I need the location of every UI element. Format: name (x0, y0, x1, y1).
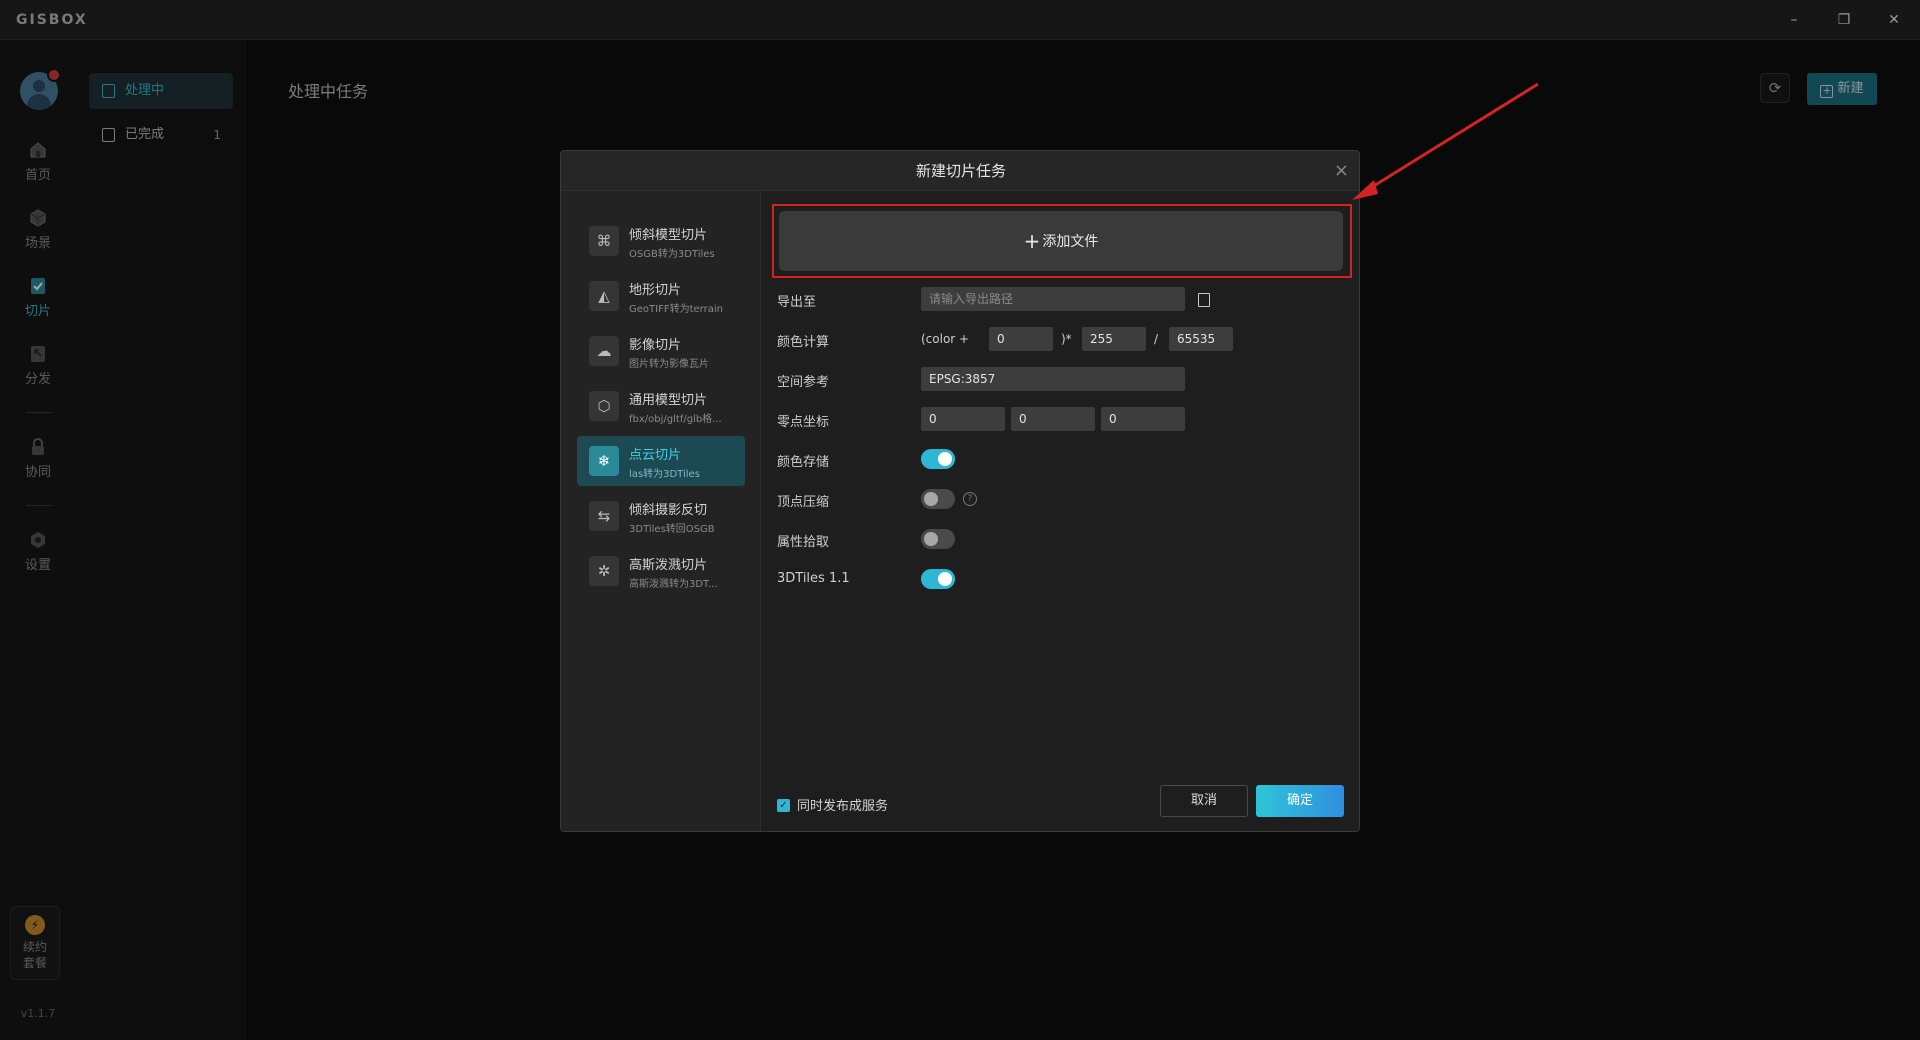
color-divisor-input[interactable]: 65535 (1169, 327, 1233, 351)
attr-pick-label: 属性拾取 (777, 535, 830, 550)
help-icon[interactable]: ? (963, 492, 977, 506)
slice-type-terrain[interactable]: ◭ 地形切片 GeoTIFF转为terrain (577, 271, 745, 321)
slice-type-name: 地形切片 (629, 283, 682, 298)
minimize-button[interactable]: – (1782, 8, 1806, 32)
app-logo: GISBOX (16, 12, 88, 28)
origin-label: 零点坐标 (777, 415, 830, 430)
color-multiplier-input[interactable]: 255 (1082, 327, 1146, 351)
slice-type-reverse[interactable]: ⇆ 倾斜摄影反切 3DTiles转回OSGB (577, 491, 745, 541)
slice-type-desc: 图片转为影像瓦片 (629, 359, 709, 370)
cube-icon: ⬡ (589, 391, 619, 421)
slice-type-gaussian[interactable]: ✲ 高斯泼溅切片 高斯泼溅转为3DT... (577, 546, 745, 596)
toggle-knob (938, 452, 952, 466)
gaussian-splat-icon: ✲ (589, 556, 619, 586)
toggle-knob (938, 572, 952, 586)
vertex-compress-toggle[interactable] (921, 489, 955, 509)
tiles11-label: 3DTiles 1.1 (777, 571, 850, 586)
slice-type-name: 通用模型切片 (629, 393, 708, 408)
slice-type-desc: OSGB转为3DTiles (629, 249, 715, 260)
srs-input[interactable]: EPSG:3857 (921, 367, 1185, 391)
oblique-model-icon: ⌘ (589, 226, 619, 256)
annotation-arrow-icon (1352, 82, 1539, 200)
color-calc-label: 颜色计算 (777, 335, 830, 350)
slice-type-name: 影像切片 (629, 338, 682, 353)
slice-type-desc: 3DTiles转回OSGB (629, 524, 715, 535)
slice-type-name: 倾斜摄影反切 (629, 503, 708, 518)
annotation-highlight-box (772, 204, 1352, 278)
slice-type-desc: 高斯泼溅转为3DT... (629, 579, 718, 590)
terrain-icon: ◭ (589, 281, 619, 311)
close-window-button[interactable]: ✕ (1882, 8, 1906, 32)
attr-pick-toggle[interactable] (921, 529, 955, 549)
slice-type-desc: GeoTIFF转为terrain (629, 304, 723, 315)
imagery-icon: ☁ (589, 336, 619, 366)
slice-type-name: 倾斜模型切片 (629, 228, 708, 243)
color-formula-div: / (1154, 332, 1159, 346)
color-store-toggle[interactable] (921, 449, 955, 469)
restore-button[interactable]: ❐ (1832, 8, 1856, 32)
slice-type-point-cloud[interactable]: ❄ 点云切片 las转为3DTiles (577, 436, 745, 486)
confirm-button[interactable]: 确定 (1256, 785, 1344, 817)
slice-type-imagery[interactable]: ☁ 影像切片 图片转为影像瓦片 (577, 326, 745, 376)
origin-y-input[interactable]: 0 (1011, 407, 1095, 431)
toggle-knob (924, 532, 938, 546)
reverse-convert-icon: ⇆ (589, 501, 619, 531)
srs-label: 空间参考 (777, 375, 830, 390)
slice-type-list: ⌘ 倾斜模型切片 OSGB转为3DTiles ◭ 地形切片 GeoTIFF转为t… (561, 191, 761, 831)
slice-type-desc: fbx/obj/gltf/glb格... (629, 414, 722, 425)
origin-z-input[interactable]: 0 (1101, 407, 1185, 431)
color-offset-input[interactable]: 0 (989, 327, 1053, 351)
vertex-compress-label: 顶点压缩 (777, 495, 830, 510)
origin-x-input[interactable]: 0 (921, 407, 1005, 431)
publish-service-checkbox[interactable]: ✓ (777, 799, 790, 812)
dialog-title: 新建切片任务 (915, 162, 1006, 180)
publish-service-label: 同时发布成服务 (797, 799, 889, 814)
slice-form: + 添加文件 导出至 请输入导出路径 颜色计算 (color + 0 )* 255… (761, 191, 1359, 831)
color-store-label: 颜色存储 (777, 455, 830, 470)
color-formula-mid: )* (1061, 332, 1072, 346)
cancel-button[interactable]: 取消 (1160, 785, 1248, 817)
slice-type-oblique[interactable]: ⌘ 倾斜模型切片 OSGB转为3DTiles (577, 216, 745, 266)
toggle-knob (924, 492, 938, 506)
folder-browse-icon[interactable] (1193, 289, 1213, 309)
slice-type-desc: las转为3DTiles (629, 469, 700, 480)
export-label: 导出至 (777, 295, 817, 310)
slice-type-name: 高斯泼溅切片 (629, 558, 708, 573)
slice-type-name: 点云切片 (629, 448, 682, 463)
tiles11-toggle[interactable] (921, 569, 955, 589)
slice-type-general-model[interactable]: ⬡ 通用模型切片 fbx/obj/gltf/glb格... (577, 381, 745, 431)
export-path-input[interactable]: 请输入导出路径 (921, 287, 1185, 311)
title-bar: GISBOX – ❐ ✕ (0, 0, 1920, 40)
dialog-header: 新建切片任务 × (561, 151, 1359, 191)
color-formula-prefix: (color + (921, 332, 970, 346)
point-cloud-icon: ❄ (589, 446, 619, 476)
